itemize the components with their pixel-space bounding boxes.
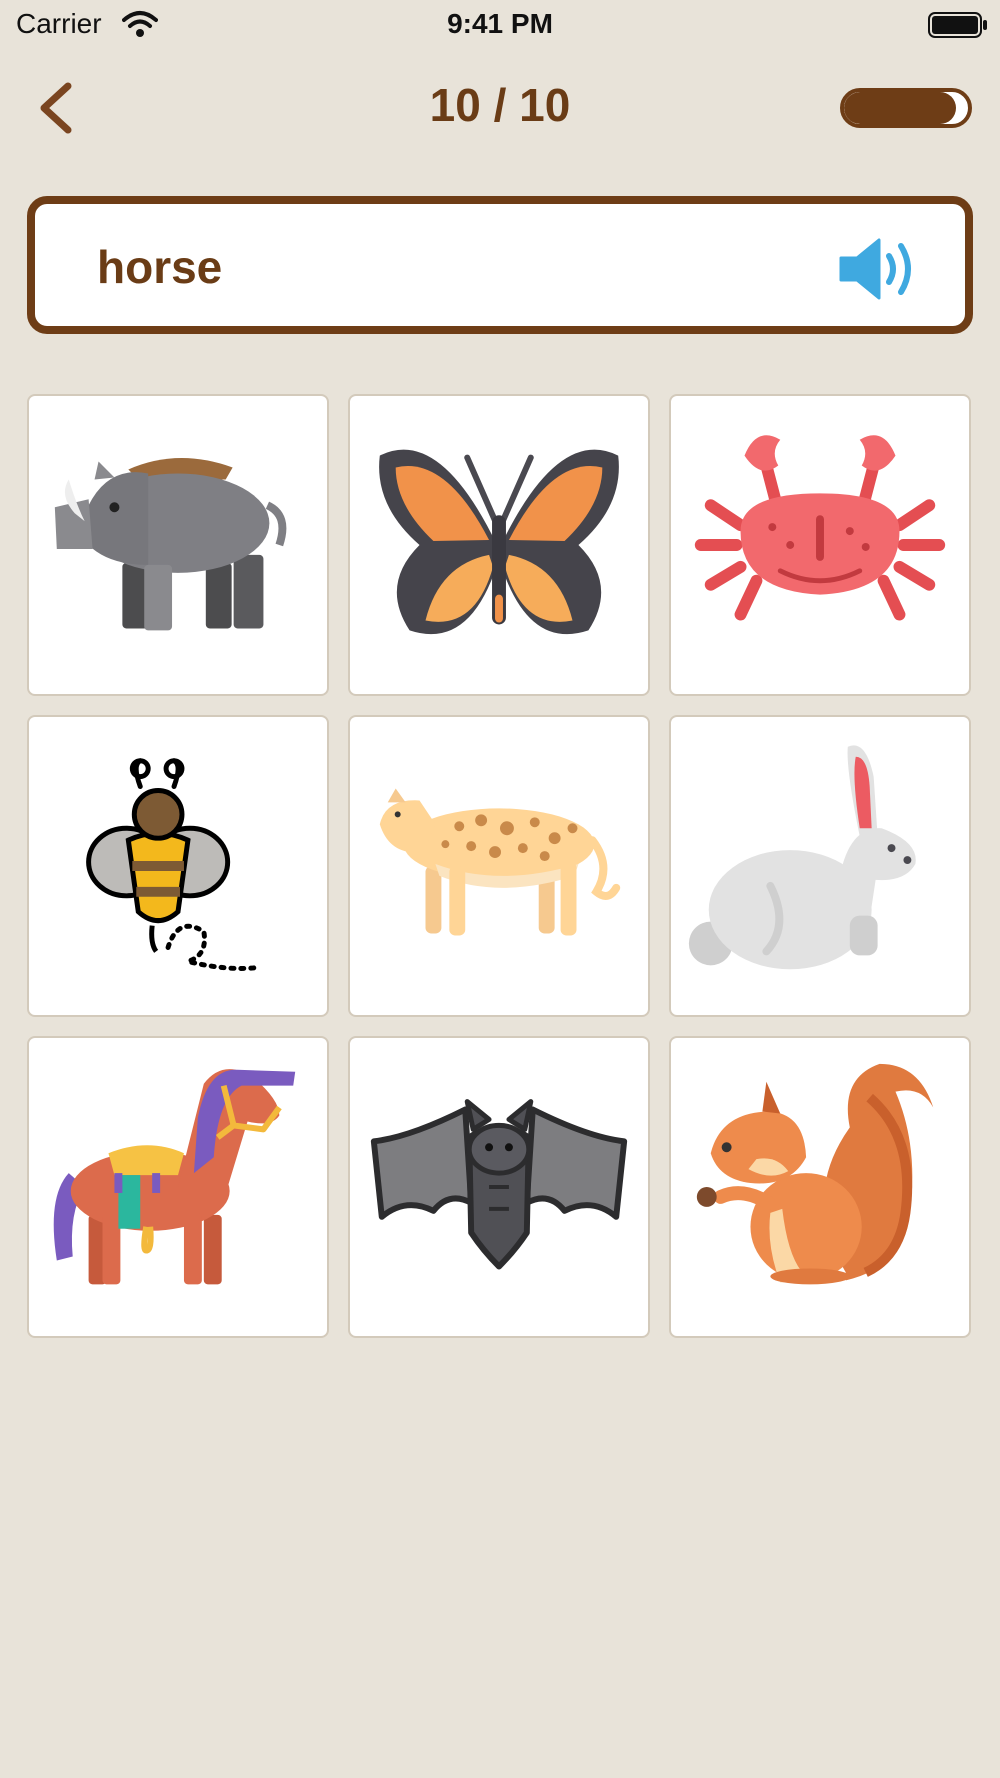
horse-icon: [53, 1069, 296, 1285]
boar-icon: [54, 458, 287, 631]
rabbit-icon: [688, 745, 916, 970]
bat-icon: [370, 1099, 628, 1270]
answer-tile-rabbit[interactable]: [669, 715, 971, 1017]
answer-tile-boar[interactable]: [27, 394, 329, 696]
answer-tile-leopard[interactable]: [348, 715, 650, 1017]
speaker-icon: [839, 238, 911, 300]
answer-tile-crab[interactable]: [669, 394, 971, 696]
leopard-icon: [379, 788, 621, 936]
answer-tile-bee[interactable]: [27, 715, 329, 1017]
status-time: 9:41 PM: [447, 8, 553, 39]
bee-icon: [86, 758, 262, 971]
status-bar: Carrier 9:41 PM: [0, 0, 1000, 50]
progress-bar-fill: [844, 92, 956, 124]
play-audio-button[interactable]: [835, 234, 935, 304]
progress-bar: [840, 88, 972, 128]
answer-tile-bat[interactable]: [348, 1036, 650, 1338]
prompt-word: horse: [97, 241, 223, 293]
squirrel-icon: [696, 1063, 934, 1285]
answer-tile-horse[interactable]: [27, 1036, 329, 1338]
butterfly-icon: [379, 449, 619, 635]
crab-icon: [694, 435, 946, 621]
battery-icon: [928, 12, 988, 43]
answer-tile-butterfly[interactable]: [348, 394, 650, 696]
answer-tile-squirrel[interactable]: [669, 1036, 971, 1338]
word-prompt-card: horse: [27, 196, 973, 334]
